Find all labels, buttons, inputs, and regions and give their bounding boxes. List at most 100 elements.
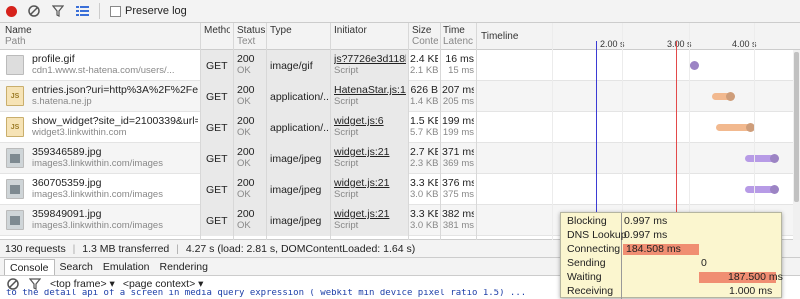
transfer-size: 2.4 KB (410, 53, 438, 65)
status-text-header-label: Text (237, 36, 256, 47)
column-divider (233, 23, 234, 240)
initiator-link[interactable]: widget.js:21 (334, 177, 406, 189)
column-header-timeline[interactable]: Timeline (481, 31, 541, 42)
method-header-label: Method (204, 25, 230, 36)
timeline-grid-line (754, 23, 755, 240)
initiator-link[interactable]: HatenaStar.js:132 (334, 84, 406, 96)
initiator-link[interactable]: widget.js:21 (334, 146, 406, 158)
column-header-type[interactable]: Type (270, 25, 330, 36)
tab-search[interactable]: Search (55, 258, 98, 275)
request-name: 359849091.jpg (32, 208, 102, 220)
request-name-cell[interactable]: profile.gif cdn1.www.st-hatena.com/users/… (32, 53, 198, 77)
timeline-tick-label: 2.00 s (600, 39, 625, 49)
tooltip-row-sending: Sending 0 (561, 257, 783, 270)
request-name-cell[interactable]: 359849091.jpg images3.linkwithin.com/imag… (32, 208, 198, 232)
column-header-method[interactable]: Method (204, 25, 230, 36)
transfer-size: 1.5 KB (410, 115, 438, 127)
tab-console[interactable]: Console (4, 259, 55, 275)
request-type: image/gif (270, 60, 313, 72)
column-header-name[interactable]: Name Path (5, 25, 200, 47)
size-cell: 626 B 1.4 KB (410, 84, 438, 108)
size-cell: 3.3 KB3.0 KB (410, 177, 438, 201)
tooltip-label: DNS Lookup (567, 229, 627, 241)
file-type-icon (6, 179, 24, 199)
request-path: widget3.linkwithin.com (32, 127, 127, 138)
table-row[interactable]: JS entries.json?uri=http%3A%2F%2Femija...… (0, 81, 800, 112)
request-latency: 381 ms (442, 220, 474, 231)
request-type: image/jpeg (270, 184, 322, 196)
table-row[interactable]: 359346589.jpg images3.linkwithin.com/imag… (0, 143, 800, 174)
request-path: images3.linkwithin.com/images (32, 189, 163, 200)
load-event-line (676, 41, 677, 240)
tooltip-label: Connecting (567, 243, 621, 255)
table-row[interactable]: JS show_widget?site_id=2100339&url=htt...… (0, 112, 800, 143)
domcontentloaded-line (596, 41, 597, 240)
file-type-icon (6, 148, 24, 168)
list-view-icon[interactable] (75, 4, 89, 18)
status-code: 200 (237, 84, 255, 96)
table-scrollbar[interactable] (793, 50, 800, 240)
request-method: GET (206, 184, 228, 196)
size-cell: 2.7 KB2.3 KB (410, 146, 438, 170)
filter-icon[interactable] (51, 4, 65, 18)
request-time: 16 ms (445, 53, 474, 65)
initiator-link[interactable]: js?7726e3d118b... (334, 53, 406, 65)
column-header-size[interactable]: Size Content (412, 25, 438, 47)
request-name-cell[interactable]: show_widget?site_id=2100339&url=htt...wi… (32, 115, 198, 139)
time-header-label: Time (443, 25, 465, 36)
status-code: 200 (237, 146, 255, 158)
initiator-cell: HatenaStar.js:132Script (334, 84, 406, 108)
status-text: OK (237, 127, 251, 138)
request-name: 359346589.jpg (32, 146, 102, 158)
tab-rendering[interactable]: Rendering (155, 258, 213, 275)
tooltip-value: 184.508 ms (626, 243, 681, 255)
status-text: OK (237, 158, 251, 169)
tooltip-row-dns: DNS Lookup 0.997 ms (561, 229, 783, 242)
timeline-grid-line (622, 23, 623, 240)
request-name-cell[interactable]: 359346589.jpg images3.linkwithin.com/imag… (32, 146, 198, 170)
column-header-initiator[interactable]: Initiator (334, 25, 404, 36)
summary-separator: | (72, 243, 76, 255)
initiator-cell: widget.js:6 Script (334, 115, 406, 139)
timeline-bar[interactable] (712, 92, 735, 101)
content-size: 2.1 KB (410, 65, 438, 76)
column-divider (440, 23, 441, 240)
tooltip-row-receiving: Receiving 1.000 ms (561, 285, 783, 298)
timeline-bar[interactable] (745, 154, 779, 163)
initiator-link[interactable]: widget.js:21 (334, 208, 406, 220)
timeline-grid-line (689, 23, 690, 240)
initiator-header-label: Initiator (334, 25, 367, 36)
load-timing: 4.27 s (load: 2.81 s, DOMContentLoaded: … (185, 243, 416, 255)
request-name: profile.gif (32, 53, 75, 65)
request-type: image/jpeg (270, 153, 322, 165)
record-icon[interactable] (6, 5, 17, 17)
status-text: OK (237, 65, 251, 76)
timeline-bar[interactable] (690, 61, 699, 70)
table-row[interactable]: profile.gif cdn1.www.st-hatena.com/users/… (0, 50, 800, 81)
time-cell: 199 ms 199 ms (442, 115, 474, 139)
column-header-time[interactable]: Time Latency (443, 25, 473, 47)
status-cell: 200 OK (237, 53, 255, 77)
column-divider (200, 23, 201, 240)
clear-icon[interactable] (27, 4, 41, 18)
request-name-cell[interactable]: entries.json?uri=http%3A%2F%2Femija...s.… (32, 84, 198, 108)
content-size: 3.0 KB (410, 189, 438, 200)
request-latency: 205 ms (442, 96, 474, 107)
timeline-bar[interactable] (745, 185, 779, 194)
checkbox-box[interactable] (110, 5, 121, 17)
timeline-tick-label: 4.00 s (732, 39, 757, 49)
path-header-label: Path (5, 36, 26, 47)
request-name-cell[interactable]: 360705359.jpg images3.linkwithin.com/imag… (32, 177, 198, 201)
column-divider (408, 23, 409, 240)
tab-emulation[interactable]: Emulation (98, 258, 155, 275)
timeline-bar[interactable] (716, 123, 755, 132)
type-header-label: Type (270, 25, 292, 36)
initiator-link[interactable]: widget.js:6 (334, 115, 406, 127)
request-latency: 375 ms (442, 189, 474, 200)
scrollbar-thumb[interactable] (794, 52, 799, 202)
preserve-log-checkbox[interactable]: Preserve log (110, 5, 187, 17)
tooltip-label: Receiving (567, 285, 614, 297)
timeline-bar-end (770, 154, 779, 163)
table-row[interactable]: 360705359.jpg images3.linkwithin.com/imag… (0, 174, 800, 205)
column-header-status[interactable]: Status Text (237, 25, 265, 47)
